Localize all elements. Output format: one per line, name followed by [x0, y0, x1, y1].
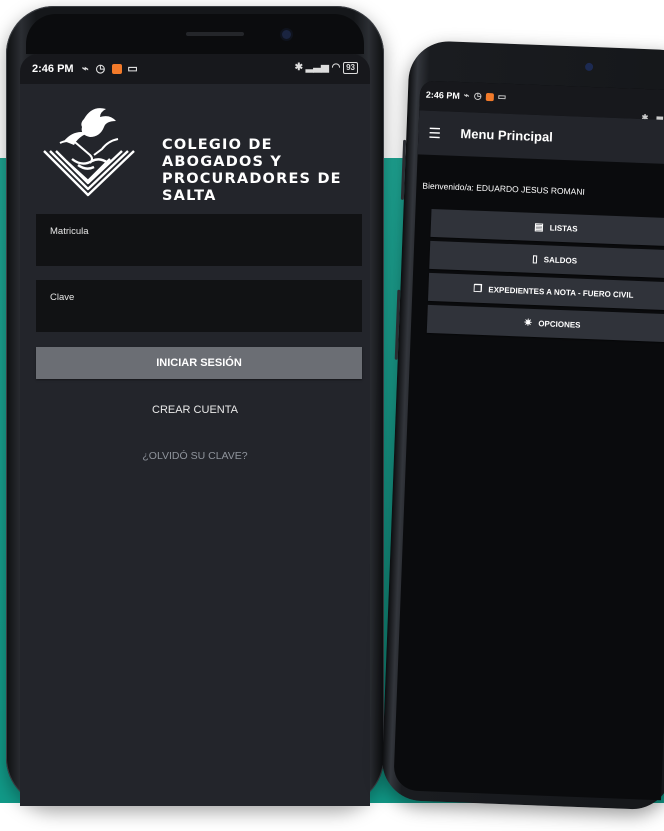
menu-item-listas[interactable]: ▤ LISTAS [430, 208, 664, 247]
status-bar: 2:46 PM ⌁ ◷ ▭ ✱ ▂▃▅ ◠ 93 [20, 54, 370, 84]
speaker-grille [186, 32, 244, 36]
menu-item-label: EXPEDIENTES A NOTA - FUERO CIVIL [488, 284, 634, 300]
menu-item-saldos[interactable]: ▯ SALDOS [429, 240, 664, 279]
app-bar: ☰ Menu Principal [417, 110, 664, 165]
page-title: Menu Principal [460, 126, 554, 145]
organization-name-line2: PROCURADORES DE SALTA [162, 171, 342, 204]
menu-item-opciones[interactable]: ✷ OPCIONES [426, 304, 664, 343]
matricula-input[interactable] [50, 242, 348, 260]
app-notification-icon [112, 64, 123, 75]
status-right-icons: ✱ ▂▃▅ ◠ 93 [295, 62, 358, 74]
status-time: 2:46 PM [425, 89, 461, 101]
handshake-dove-logo-icon [43, 108, 135, 197]
forgot-password-link[interactable]: ¿OLVIDÓ SU CLAVE? [20, 450, 370, 462]
volume-button [400, 139, 407, 200]
phone-menu-body: 2:46 PM ⌁ ◷ ▭ ✱ ▂▅ ◠ 92 ☰ Menu Principal… [380, 40, 664, 811]
menu-screen: 2:46 PM ⌁ ◷ ▭ ✱ ▂▅ ◠ 92 ☰ Menu Principal… [393, 80, 664, 801]
camera-icon [584, 62, 594, 72]
list-icon: ▤ [534, 221, 544, 233]
notification-icons: ⌁ ◷ ▭ [463, 90, 508, 102]
battery-icon: 93 [343, 62, 358, 74]
create-account-link[interactable]: CREAR CUENTA [20, 404, 370, 416]
copy-icon: ❐ [473, 283, 483, 295]
college-logo: COLEGIO DE ABOGADOS Y PROCURADORES DE SA… [38, 99, 358, 204]
phone-login: 2:46 PM ⌁ ◷ ▭ ✱ ▂▃▅ ◠ 93 COLEGIO DE ABOG… [6, 6, 384, 806]
app-notification-icon [486, 92, 495, 101]
hamburger-menu-icon[interactable]: ☰ [428, 125, 441, 142]
camera-icon [282, 30, 291, 39]
menu-item-label: SALDOS [543, 254, 578, 266]
organization-name: COLEGIO DE ABOGADOS Y PROCURADORES DE SA… [162, 137, 358, 205]
status-time: 2:46 PM [32, 63, 74, 75]
organization-name-line1: COLEGIO DE ABOGADOS Y [162, 137, 283, 170]
matricula-label: Matricula [50, 226, 89, 237]
file-icon: ▯ [532, 253, 538, 265]
login-button[interactable]: INICIAR SESIÓN [36, 347, 362, 379]
menu-item-label: LISTAS [549, 223, 578, 234]
top-bezel [26, 14, 364, 54]
clave-input[interactable] [50, 308, 348, 326]
clave-label: Clave [50, 292, 75, 303]
clave-field[interactable]: Clave [36, 280, 362, 332]
phone-menu: 2:46 PM ⌁ ◷ ▭ ✱ ▂▅ ◠ 92 ☰ Menu Principal… [380, 40, 664, 831]
welcome-text: Bienvenido/a: EDUARDO JESUS ROMANI [422, 180, 585, 197]
gear-icon: ✷ [523, 317, 533, 329]
menu-item-expedientes[interactable]: ❐ EXPEDIENTES A NOTA - FUERO CIVIL [427, 272, 664, 311]
menu-item-label: OPCIONES [538, 318, 581, 330]
matricula-field[interactable]: Matricula [36, 214, 362, 266]
login-screen: 2:46 PM ⌁ ◷ ▭ ✱ ▂▃▅ ◠ 93 COLEGIO DE ABOG… [20, 54, 370, 806]
notification-icons: ⌁ ◷ ▭ [82, 63, 140, 75]
